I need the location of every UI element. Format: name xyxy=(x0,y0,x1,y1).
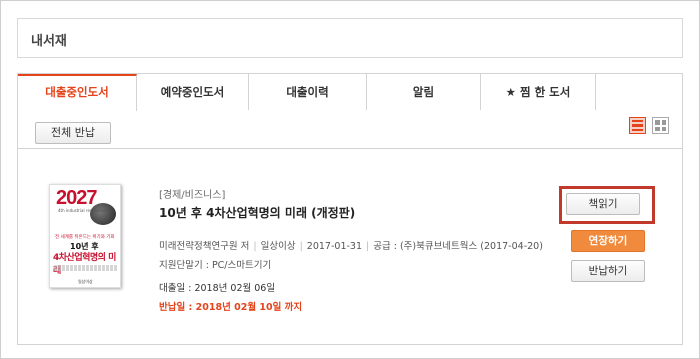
tab-bar: 대출중인도서 예약중인도서 대출이력 알림 ★ 찜 한 도서 xyxy=(18,74,682,111)
cover-tagline: 전 세계를 뒤흔드는 위기와 기회 xyxy=(55,235,115,240)
page-title: 내서재 xyxy=(31,34,67,49)
book-category: [경제/비즈니스] xyxy=(159,190,226,201)
read-button-highlight: 책읽기 xyxy=(559,186,655,224)
book-cover-image[interactable]: 2027 4th industrial revolution 전 세계를 뒤흔드… xyxy=(49,184,121,288)
cover-decoration xyxy=(54,265,118,271)
cover-year: 2027 xyxy=(56,187,97,209)
cover-subtitle: 4th industrial revolution xyxy=(58,208,107,213)
book-title[interactable]: 10년 후 4차산업혁명의 미래 (개정판) xyxy=(159,204,539,221)
book-info: [경제/비즈니스] 10년 후 4차산업혁명의 미래 (개정판) 미래전략정책연… xyxy=(159,186,543,313)
loan-date: 대출일 : 2018년 02월 06일 xyxy=(159,283,276,294)
tab-empty xyxy=(596,74,682,110)
return-all-button[interactable]: 전체 반납 xyxy=(35,122,111,144)
book-pub-date: 2017-01-31 xyxy=(306,241,363,252)
cover-title-line2: 4차산업혁명의 미래 xyxy=(53,253,116,276)
supported-devices: 지원단말기 : PC/스마트기기 xyxy=(159,260,272,271)
grid-view-icon[interactable] xyxy=(652,117,669,134)
book-row: 2027 4th industrial revolution 전 세계를 뒤흔드… xyxy=(18,150,682,345)
book-age-rating: 일상이상 xyxy=(260,241,296,252)
cover-publisher: 일상이상 xyxy=(78,279,93,284)
extend-loan-button[interactable]: 연장하기 xyxy=(571,230,645,252)
book-author: 미래전략정책연구원 저 xyxy=(159,241,250,252)
tab-reservations[interactable]: 예약중인도서 xyxy=(137,74,249,110)
page-header: 내서재 xyxy=(17,18,683,58)
library-panel: 대출중인도서 예약중인도서 대출이력 알림 ★ 찜 한 도서 전체 반납 202… xyxy=(17,73,683,345)
toolbar: 전체 반납 xyxy=(18,111,682,149)
book-supply: 공급 : (주)북큐브네트웍스 (2017-04-20) xyxy=(373,241,543,252)
tab-current-loans[interactable]: 대출중인도서 xyxy=(18,74,137,111)
book-meta: 미래전략정책연구원 저 | 일상이상 | 2017-01-31 | 공급 : (주)북큐브네… xyxy=(159,241,543,252)
read-book-button[interactable]: 책읽기 xyxy=(566,193,640,215)
view-toggle xyxy=(629,117,669,134)
robot-icon xyxy=(90,203,116,225)
return-book-button[interactable]: 반납하기 xyxy=(571,260,645,282)
tab-loan-history[interactable]: 대출이력 xyxy=(249,74,367,110)
tab-wishlist[interactable]: ★ 찜 한 도서 xyxy=(481,74,596,110)
return-due-date: 반납일 : 2018년 02월 10일 까지 xyxy=(159,302,303,313)
list-view-icon[interactable] xyxy=(629,117,646,134)
tab-notifications[interactable]: 알림 xyxy=(367,74,481,110)
